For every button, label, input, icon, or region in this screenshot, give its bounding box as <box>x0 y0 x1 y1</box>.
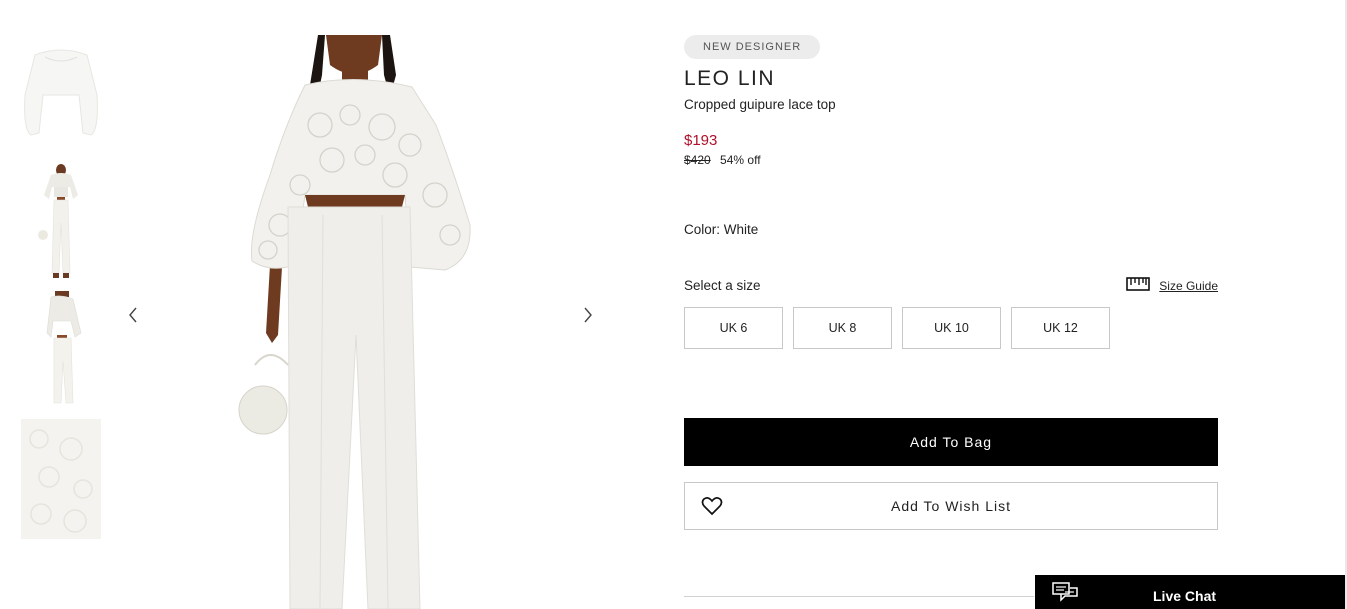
size-options: UK 6 UK 8 UK 10 UK 12 <box>684 307 1218 349</box>
section-divider <box>684 596 1034 597</box>
add-to-wishlist-button[interactable]: Add To Wish List <box>684 482 1218 530</box>
size-option-uk6[interactable]: UK 6 <box>684 307 783 349</box>
heart-icon <box>701 496 723 519</box>
thumbnail-model-side[interactable] <box>21 291 101 411</box>
color-label: Color: White <box>684 222 759 237</box>
product-name: Cropped guipure lace top <box>684 97 836 112</box>
size-option-uk10[interactable]: UK 10 <box>902 307 1001 349</box>
chevron-right-icon[interactable] <box>578 305 598 325</box>
live-chat-button[interactable]: Live Chat <box>1035 575 1345 609</box>
thumbnail-front-detail[interactable] <box>21 35 101 155</box>
size-guide[interactable]: Size Guide <box>1126 276 1218 295</box>
sale-price: $193 <box>684 132 718 149</box>
price-row: $420 54% off <box>684 153 1218 167</box>
product-info: NEW DESIGNER LEO LIN Cropped guipure lac… <box>684 35 1218 530</box>
ruler-icon <box>1126 276 1151 295</box>
size-header: Select a size Size Guide <box>684 276 1218 295</box>
discount-label: 54% off <box>720 153 761 167</box>
product-main-image <box>120 35 600 609</box>
size-heading: Select a size <box>684 278 761 293</box>
add-to-wishlist-label: Add To Wish List <box>890 498 1011 514</box>
chevron-left-icon[interactable] <box>123 305 143 325</box>
add-to-bag-button[interactable]: Add To Bag <box>684 418 1218 466</box>
thumbnail-lace-closeup[interactable] <box>21 419 101 539</box>
product-brand[interactable]: LEO LIN <box>684 67 1218 91</box>
original-price: $420 <box>684 153 711 167</box>
thumbnail-model-full[interactable] <box>21 163 101 283</box>
size-guide-link[interactable]: Size Guide <box>1159 279 1218 293</box>
thumbnail-list <box>21 35 101 547</box>
size-option-uk8[interactable]: UK 8 <box>793 307 892 349</box>
new-designer-badge: NEW DESIGNER <box>684 35 821 59</box>
live-chat-label: Live Chat <box>1153 588 1217 604</box>
size-option-uk12[interactable]: UK 12 <box>1011 307 1110 349</box>
chat-bubbles-icon <box>1052 582 1078 607</box>
